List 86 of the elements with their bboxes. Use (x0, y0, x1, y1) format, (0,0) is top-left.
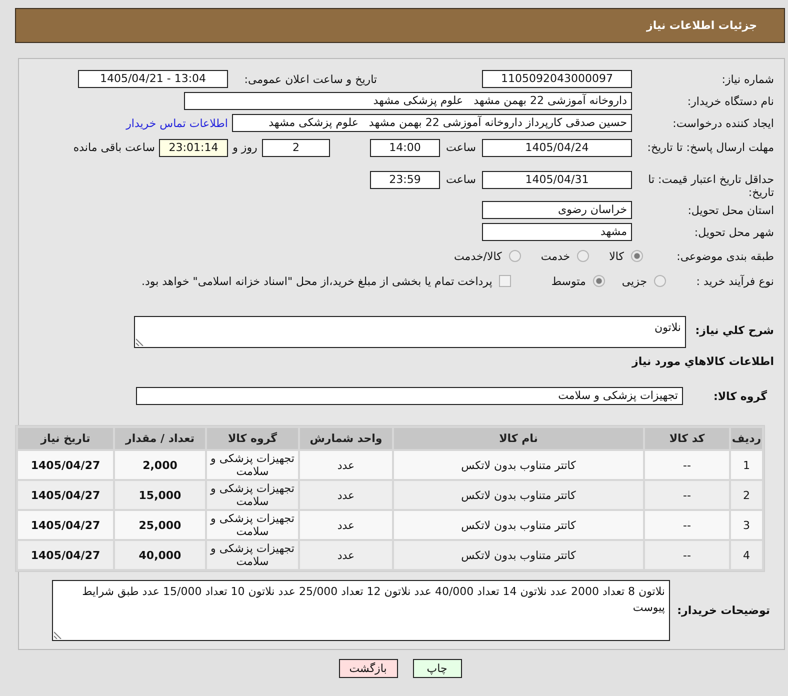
table-cell: -- (645, 481, 729, 509)
table-cell: 1405/04/27 (18, 511, 113, 539)
table-cell: -- (645, 451, 729, 479)
field-label: حداقل تاریخ اعتبار قیمت: تا تاریخ: (647, 172, 775, 199)
radio-button[interactable] (508, 250, 521, 262)
field-label: نوع فرآیند خرید : (695, 274, 775, 288)
field-label: شرح کلي نیاز: (694, 323, 775, 337)
radio-label: جزیی (622, 274, 647, 288)
field-label: تاریخ و ساعت اعلان عمومی: (243, 72, 377, 86)
table-cell: تجهیزات پزشکی و سلامت (207, 481, 298, 509)
remaining-label: ساعت باقی مانده (73, 140, 155, 156)
field-label: توضیحات خریدار: (676, 604, 771, 617)
field-label: مهلت ارسال پاسخ: تا تاریخ: (646, 140, 775, 154)
table-cell: 15,000 (115, 481, 205, 509)
field-label: طبقه بندی موضوعی: (676, 250, 775, 262)
table-cell: تجهیزات پزشکی و سلامت (207, 511, 298, 539)
resize-grip-icon[interactable] (136, 338, 144, 346)
remaining-time-field[interactable]: 23:01:14 (159, 139, 228, 157)
field-label: شهر محل تحویل: (693, 226, 775, 238)
validity-date-field[interactable]: 1405/04/31 (482, 171, 632, 189)
field-label: ایجاد کننده درخواست: (672, 116, 775, 130)
table-cell: عدد (300, 511, 392, 539)
checkbox-label: پرداخت تمام یا بخشی از مبلغ خرید،از محل "اسناد خزانه اسلامی" خواهد بود. (142, 274, 492, 288)
time-label: ساعت (445, 172, 477, 188)
announcement-date-field[interactable]: 1405/04/21 - 13:04 (78, 70, 228, 88)
buyer-contact-link[interactable]: اطلاعات تماس خریدار (126, 116, 228, 130)
radio-label: کالا/خدمت (454, 250, 502, 262)
field-label: شماره نیاز: (720, 72, 775, 86)
table-cell: کاتتر متناوب بدون لاتکس (394, 481, 643, 509)
time-label: ساعت (445, 140, 477, 156)
radio-button[interactable] (592, 275, 605, 287)
column-header: ردیف (731, 428, 762, 449)
radio-label: خدمت (540, 250, 570, 262)
table-cell: کاتتر متناوب بدون لاتکس (394, 541, 643, 569)
city-field[interactable]: مشهد (482, 223, 632, 241)
table-cell: تجهیزات پزشکی و سلامت (207, 541, 298, 569)
column-header: واحد شمارش (300, 428, 392, 449)
province-field[interactable]: خراسان رضوی (482, 201, 632, 219)
table-cell: 1405/04/27 (18, 451, 113, 479)
field-label: استان محل تحویل: (686, 204, 775, 216)
radio-button[interactable] (631, 250, 643, 262)
goods-group-field[interactable]: تجهیزات پزشکی و سلامت (136, 387, 683, 405)
back-button[interactable]: بازگشت (338, 659, 398, 678)
validity-time-field[interactable]: 23:59 (370, 171, 440, 189)
table-cell: 4 (731, 541, 762, 569)
checkbox[interactable] (499, 275, 512, 287)
column-header: نام کالا (394, 428, 643, 449)
table-cell: کاتتر متناوب بدون لاتکس (394, 511, 643, 539)
table-cell: عدد (300, 541, 392, 569)
table-cell: 25,000 (115, 511, 205, 539)
buyer-organization-field[interactable]: داروخانه آموزشی 22 بهمن مشهد علوم پزشکی مشهد (184, 92, 632, 110)
resize-grip-icon[interactable] (54, 631, 62, 639)
table-cell: عدد (300, 481, 392, 509)
column-header: تعداد / مقدار (115, 428, 205, 449)
field-label: گروه کالا: (712, 390, 768, 402)
days-field[interactable]: 2 (262, 139, 330, 157)
table-cell: 2,000 (115, 451, 205, 479)
need-number-field[interactable]: 1105092043000097 (482, 70, 632, 88)
radio-label: کالا (609, 250, 624, 262)
buyer-notes-textarea[interactable]: نلاتون 8 تعداد 2000 عدد نلاتون 14 تعداد 40/000 عدد نلاتون 12 تعداد 25/000 عدد نلاتون 10 تعداد 15/000 عدد طبق شرایط پیوست (52, 580, 670, 641)
table-cell: 1405/04/27 (18, 541, 113, 569)
table-cell: کاتتر متناوب بدون لاتکس (394, 451, 643, 479)
column-header: تاریخ نیاز (18, 428, 113, 449)
table-cell: 3 (731, 511, 762, 539)
table-cell: 1 (731, 451, 762, 479)
page-title: جزئیات اطلاعات نیاز (646, 19, 757, 32)
description-textarea[interactable]: نلاتون (134, 316, 686, 348)
requester-field[interactable]: حسین صدقی کارپرداز داروخانه آموزشی 22 بهمن مشهد علوم پزشکی مشهد (232, 114, 632, 132)
column-header: گروه کالا (207, 428, 298, 449)
radio-button[interactable] (577, 250, 590, 262)
radio-label: متوسط (551, 274, 586, 288)
section-heading: اطلاعات کالاهاي مورد نیاز (630, 355, 775, 369)
table-cell: -- (645, 541, 729, 569)
table-cell: -- (645, 511, 729, 539)
table-cell: 40,000 (115, 541, 205, 569)
table-cell: 2 (731, 481, 762, 509)
table-cell: 1405/04/27 (18, 481, 113, 509)
table-cell: عدد (300, 451, 392, 479)
reply-date-field[interactable]: 1405/04/24 (482, 139, 632, 157)
column-header: کد کالا (645, 428, 729, 449)
radio-button[interactable] (654, 275, 666, 287)
print-button[interactable]: چاپ (412, 659, 462, 678)
days-label: روز و (231, 140, 258, 156)
field-label: نام دستگاه خریدار: (686, 94, 775, 108)
reply-time-field[interactable]: 14:00 (370, 139, 440, 157)
table-cell: تجهیزات پزشکی و سلامت (207, 451, 298, 479)
